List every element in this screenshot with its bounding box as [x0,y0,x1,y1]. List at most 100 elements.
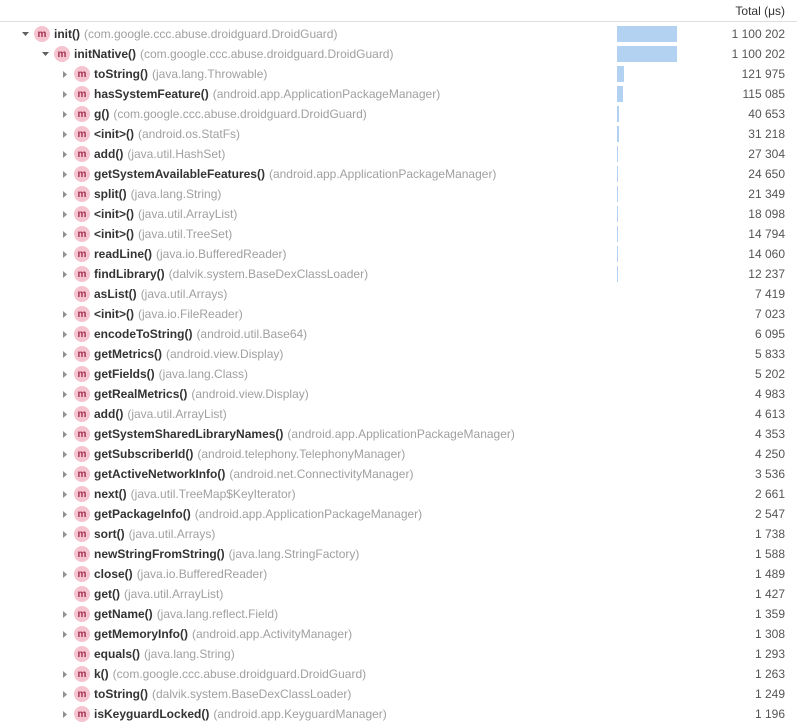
tree-row[interactable]: mgetActiveNetworkInfo()(android.net.Conn… [0,464,797,484]
tree-row[interactable]: mtoString()(java.lang.Throwable)121 975 [0,64,797,84]
chevron-right-icon[interactable] [58,327,72,341]
chevron-right-icon[interactable] [58,407,72,421]
tree-row[interactable]: mfindLibrary()(dalvik.system.BaseDexClas… [0,264,797,284]
chevron-right-icon[interactable] [58,67,72,81]
chevron-right-icon[interactable] [58,687,72,701]
method-icon: m [74,586,90,602]
package-name: (com.google.ccc.abuse.droidguard.DroidGu… [140,47,393,61]
time-bar [617,246,618,262]
time-bar-cell [617,606,677,622]
tree-row[interactable]: mencodeToString()(android.util.Base64)6 … [0,324,797,344]
chevron-right-icon[interactable] [58,567,72,581]
chevron-right-icon[interactable] [58,147,72,161]
tree-row[interactable]: mgetRealMetrics()(android.view.Display)4… [0,384,797,404]
chevron-right-icon[interactable] [58,187,72,201]
method-name: getSystemAvailableFeatures() [94,167,265,181]
package-name: (java.util.Arrays) [129,527,216,541]
method-icon: m [74,686,90,702]
tree-row[interactable]: madd()(java.util.ArrayList)4 613 [0,404,797,424]
tree-row[interactable]: mgetPackageInfo()(android.app.Applicatio… [0,504,797,524]
tree-row[interactable]: m<init>()(java.io.FileReader)7 023 [0,304,797,324]
time-bar-cell [617,646,677,662]
tree-row[interactable]: mclose()(java.io.BufferedReader)1 489 [0,564,797,584]
chevron-right-icon[interactable] [58,627,72,641]
method-icon: m [74,106,90,122]
chevron-right-icon[interactable] [58,347,72,361]
tree-row[interactable]: mgetMemoryInfo()(android.app.ActivityMan… [0,624,797,644]
package-name: (dalvik.system.BaseDexClassLoader) [152,687,351,701]
tree-row[interactable]: mgetFields()(java.lang.Class)5 202 [0,364,797,384]
chevron-down-icon[interactable] [38,47,52,61]
time-bar-cell [617,246,677,262]
name-cell: mgetActiveNetworkInfo()(android.net.Conn… [0,466,617,482]
time-bar-cell [617,506,677,522]
chevron-right-icon[interactable] [58,707,72,721]
chevron-right-icon[interactable] [58,507,72,521]
chevron-right-icon[interactable] [58,247,72,261]
name-cell: mgetMetrics()(android.view.Display) [0,346,617,362]
method-icon: m [54,46,70,62]
total-value: 4 353 [677,427,797,441]
tree-row[interactable]: minit()(com.google.ccc.abuse.droidguard.… [0,24,797,44]
time-bar [617,126,619,142]
tree-row[interactable]: masList()(java.util.Arrays)7 419 [0,284,797,304]
chevron-right-icon[interactable] [58,167,72,181]
chevron-right-icon[interactable] [58,667,72,681]
tree-row[interactable]: minitNative()(com.google.ccc.abuse.droid… [0,44,797,64]
tree-row[interactable]: msplit()(java.lang.String)21 349 [0,184,797,204]
method-icon: m [74,146,90,162]
tree-row[interactable]: mgetName()(java.lang.reflect.Field)1 359 [0,604,797,624]
chevron-right-icon[interactable] [58,467,72,481]
chevron-right-icon[interactable] [58,227,72,241]
method-name: hasSystemFeature() [94,87,209,101]
chevron-right-icon[interactable] [58,387,72,401]
method-name: findLibrary() [94,267,165,281]
tree-row[interactable]: m<init>()(android.os.StatFs)31 218 [0,124,797,144]
package-name: (java.io.FileReader) [138,307,243,321]
tree-row[interactable]: mreadLine()(java.io.BufferedReader)14 06… [0,244,797,264]
chevron-down-icon[interactable] [18,27,32,41]
tree-row[interactable]: mk()(com.google.ccc.abuse.droidguard.Dro… [0,664,797,684]
tree-row[interactable]: mgetSystemSharedLibraryNames()(android.a… [0,424,797,444]
chevron-right-icon[interactable] [58,607,72,621]
chevron-right-icon[interactable] [58,207,72,221]
chevron-right-icon[interactable] [58,107,72,121]
method-name: get() [94,587,120,601]
tree-row[interactable]: misKeyguardLocked()(android.app.Keyguard… [0,704,797,724]
column-header-total[interactable]: Total (μs) [677,4,797,18]
time-bar-cell [617,146,677,162]
method-icon: m [74,306,90,322]
chevron-right-icon[interactable] [58,127,72,141]
package-name: (android.view.Display) [166,347,283,361]
tree-row[interactable]: mequals()(java.lang.String)1 293 [0,644,797,664]
chevron-right-icon[interactable] [58,427,72,441]
package-name: (java.io.BufferedReader) [156,247,287,261]
time-bar-cell [617,126,677,142]
tree-row[interactable]: mgetMetrics()(android.view.Display)5 833 [0,344,797,364]
chevron-right-icon[interactable] [58,267,72,281]
tree-row[interactable]: mg()(com.google.ccc.abuse.droidguard.Dro… [0,104,797,124]
total-value: 5 202 [677,367,797,381]
tree-row[interactable]: madd()(java.util.HashSet)27 304 [0,144,797,164]
tree-row[interactable]: mnext()(java.util.TreeMap$KeyIterator)2 … [0,484,797,504]
tree-row[interactable]: mgetSubscriberId()(android.telephony.Tel… [0,444,797,464]
tree-row[interactable]: msort()(java.util.Arrays)1 738 [0,524,797,544]
chevron-right-icon[interactable] [58,527,72,541]
chevron-right-icon[interactable] [58,487,72,501]
tree-row[interactable]: m<init>()(java.util.ArrayList)18 098 [0,204,797,224]
tree-row[interactable]: mtoString()(dalvik.system.BaseDexClassLo… [0,684,797,704]
method-icon: m [74,706,90,722]
method-name: getSubscriberId() [94,447,193,461]
method-name: init() [54,27,80,41]
chevron-right-icon[interactable] [58,87,72,101]
chevron-right-icon[interactable] [58,447,72,461]
tree-row[interactable]: mnewStringFromString()(java.lang.StringF… [0,544,797,564]
tree-row[interactable]: mget()(java.util.ArrayList)1 427 [0,584,797,604]
tree-row[interactable]: m<init>()(java.util.TreeSet)14 794 [0,224,797,244]
package-name: (android.util.Base64) [196,327,307,341]
chevron-right-icon[interactable] [58,367,72,381]
chevron-right-icon[interactable] [58,307,72,321]
tree-row[interactable]: mgetSystemAvailableFeatures()(android.ap… [0,164,797,184]
tree-row[interactable]: mhasSystemFeature()(android.app.Applicat… [0,84,797,104]
total-value: 3 536 [677,467,797,481]
